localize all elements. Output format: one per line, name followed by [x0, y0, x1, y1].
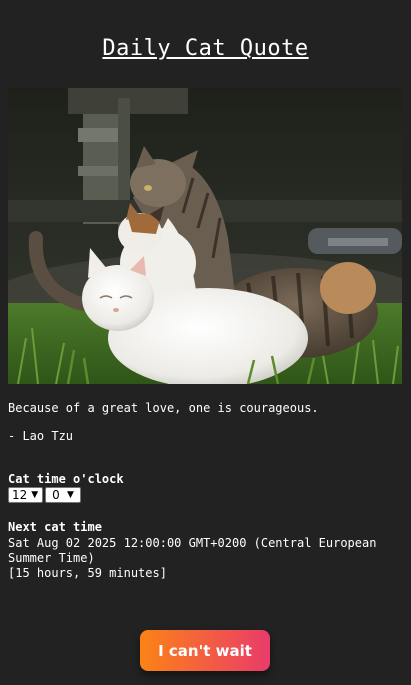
cat-photo [8, 88, 402, 384]
cant-wait-button[interactable]: I can't wait [140, 630, 270, 671]
chevron-down-icon: ▼ [31, 490, 39, 500]
hour-select-value: 12 [12, 488, 28, 502]
minute-select[interactable]: 0 ▼ [45, 487, 81, 503]
countdown-text: [15 hours, 59 minutes] [8, 566, 167, 580]
minute-select-value: 0 [52, 488, 60, 502]
next-cat-time-date: Sat Aug 02 2025 12:00:00 GMT+0200 (Centr… [8, 536, 377, 565]
quote-author: - Lao Tzu [8, 429, 74, 443]
chevron-down-icon: ▼ [67, 490, 74, 500]
next-cat-time-label: Next cat time [8, 520, 102, 534]
cat-time-selects: 12 ▼ 0 ▼ [8, 487, 81, 503]
hour-select[interactable]: 12 ▼ [8, 487, 43, 503]
quote-text: Because of a great love, one is courageo… [8, 401, 319, 415]
page-title: Daily Cat Quote [102, 36, 309, 61]
cat-time-label: Cat time o'clock [8, 472, 124, 486]
